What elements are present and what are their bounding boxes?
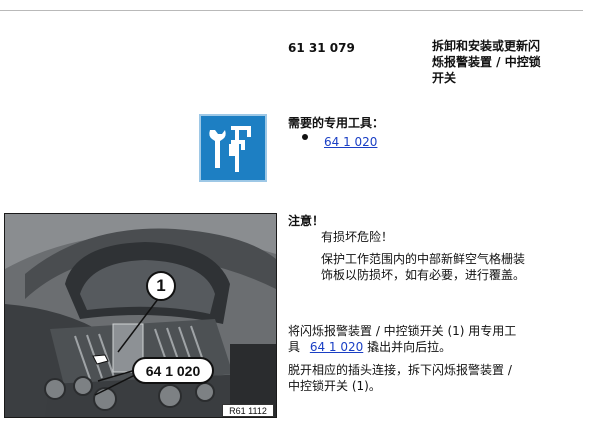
notice-body-line: 饰板以防损坏，如有必要，进行覆盖。 (321, 268, 526, 282)
step-1-line: 将闪烁报警装置 / 中控锁开关 (1) 用专用工 (288, 324, 517, 338)
step-2-line: 中控锁开关 (1)。 (288, 379, 381, 393)
step-2: 脱开相应的插头连接，拆下闪烁报警装置 / 中控锁开关 (1)。 (288, 362, 512, 394)
step-1-text: 具 (288, 340, 301, 354)
callout-tool: 64 1 020 (132, 357, 214, 384)
notice-body-line: 保护工作范围内的中部新鲜空气格栅装 (321, 252, 526, 266)
callout-part-1: 1 (146, 271, 176, 301)
step-1-line: 具 64 1 020 撬出并向后拉。 (288, 339, 516, 355)
notice-body: 保护工作范围内的中部新鲜空气格栅装 饰板以防损坏，如有必要，进行覆盖。 (321, 251, 525, 283)
step-1-text: 撬出并向后拉。 (367, 340, 452, 354)
notice-heading: 注意！ (288, 214, 325, 228)
step-1: 将闪烁报警装置 / 中控锁开关 (1) 用专用工 具 64 1 020 撬出并向… (288, 323, 516, 355)
notice-warning: 有损坏危险！ (321, 230, 394, 244)
step-2-line: 脱开相应的插头连接，拆下闪烁报警装置 / (288, 363, 512, 377)
step-1-tool-link[interactable]: 64 1 020 (310, 340, 363, 354)
image-reference: R61 1112 (222, 404, 274, 417)
